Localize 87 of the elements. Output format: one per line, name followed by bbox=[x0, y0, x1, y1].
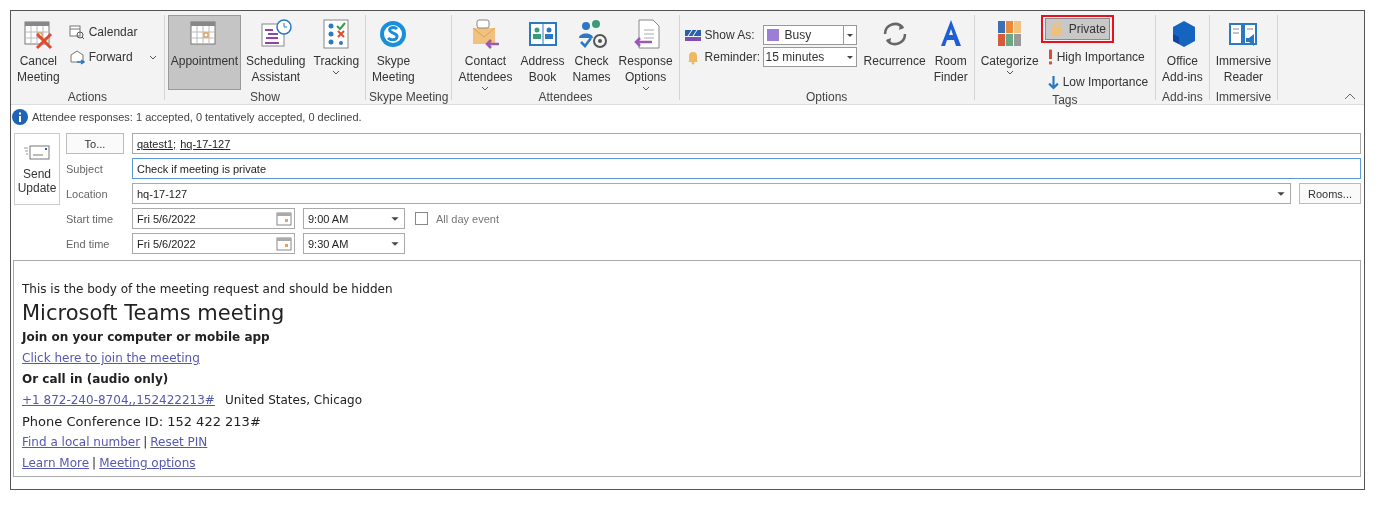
calendar-cross-icon bbox=[22, 18, 55, 50]
group-label: Tags bbox=[1051, 93, 1079, 108]
group-label: Add-ins bbox=[1161, 90, 1204, 105]
ribbon-button[interactable]: Scheduling Assistant bbox=[243, 15, 309, 90]
ribbon-button[interactable]: Address Book bbox=[517, 15, 568, 90]
body-text: Or call in (audio only) bbox=[22, 371, 169, 388]
ribbon-button[interactable]: Categorize bbox=[977, 15, 1042, 90]
option-label: Reminder: bbox=[704, 50, 759, 64]
checkbox-label: All day event bbox=[436, 212, 499, 225]
field-label: Start time bbox=[66, 212, 114, 225]
location-field[interactable]: hq-17-127 bbox=[132, 183, 1291, 204]
dropdown-field[interactable]: Busy bbox=[762, 25, 857, 45]
recipient[interactable]: qatest1; bbox=[137, 137, 177, 150]
caret-icon bbox=[641, 86, 650, 91]
ribbon-button[interactable]: Low Importance bbox=[1043, 71, 1153, 93]
separator-text: | bbox=[92, 455, 97, 472]
body-link[interactable]: +1 872-240-8704,,152422213# bbox=[22, 390, 215, 411]
caret-icon bbox=[845, 32, 854, 38]
recipient[interactable]: hq-17-127 bbox=[180, 137, 231, 150]
group-label: Skype Meeting bbox=[369, 90, 449, 105]
status-icon bbox=[684, 27, 701, 43]
group-label: Options bbox=[804, 90, 849, 105]
ribbon-button[interactable]: Response Options bbox=[615, 15, 676, 90]
exclamation-icon bbox=[1047, 49, 1053, 65]
caret-icon bbox=[1276, 190, 1286, 197]
ribbon-button[interactable]: Check Names bbox=[569, 15, 614, 90]
ribbon-button[interactable]: Tracking bbox=[310, 15, 363, 90]
group-label: Attendees bbox=[537, 90, 594, 105]
calendar-icon[interactable] bbox=[276, 210, 292, 227]
field-label: Subject bbox=[66, 162, 103, 175]
body-link[interactable]: Meeting options bbox=[99, 453, 196, 474]
down-arrow-icon bbox=[1047, 74, 1059, 90]
ribbon-button[interactable]: Cancel Meeting bbox=[14, 15, 63, 90]
envelope-arrow-icon bbox=[68, 49, 85, 65]
field-label: End time bbox=[66, 237, 110, 250]
body-text: United States, Chicago bbox=[224, 392, 363, 409]
ribbon-button[interactable]: Contact Attendees bbox=[455, 15, 516, 90]
to-button[interactable]: To... bbox=[66, 133, 124, 154]
separator-text: | bbox=[143, 434, 148, 451]
body-heading: Microsoft Teams meeting bbox=[22, 300, 285, 327]
body-link[interactable]: Learn More bbox=[22, 453, 90, 474]
caret-icon bbox=[845, 54, 854, 60]
body-text: Join on your computer or mobile app bbox=[22, 329, 270, 346]
ribbon-button[interactable]: Immersive Reader bbox=[1212, 15, 1275, 90]
rooms-button[interactable]: Rooms... bbox=[1299, 183, 1361, 204]
caret-icon bbox=[481, 86, 490, 91]
option-label: Show As: bbox=[704, 28, 756, 42]
ribbon-button[interactable]: Private bbox=[1044, 18, 1111, 40]
group-label: Actions bbox=[66, 90, 109, 105]
caret-icon bbox=[390, 215, 400, 222]
schedule-chart-icon bbox=[259, 18, 292, 50]
ribbon-button[interactable]: Calendar bbox=[64, 21, 161, 43]
info-text: Attendee responses: 1 accepted, 0 tentatively accepted, 0 declined. bbox=[32, 111, 362, 123]
date-field[interactable]: Fri 5/6/2022 bbox=[132, 208, 295, 229]
body-text: Phone Conference ID: 152 422 213# bbox=[22, 413, 261, 431]
collapse-icon[interactable] bbox=[1344, 92, 1356, 100]
ribbon-button[interactable]: Skype Meeting bbox=[369, 15, 418, 90]
ribbon-button[interactable]: Appointment bbox=[167, 15, 242, 90]
time-dropdown[interactable]: 9:30 AM bbox=[303, 233, 405, 254]
dropdown-field[interactable]: 15 minutes bbox=[762, 47, 857, 67]
body-link[interactable]: Find a local number bbox=[22, 432, 141, 453]
caret-icon bbox=[390, 240, 400, 247]
send-update-button[interactable]: Send Update bbox=[14, 133, 60, 205]
field-label: Location bbox=[66, 187, 108, 200]
caret-icon bbox=[332, 70, 341, 75]
calendar-icon[interactable] bbox=[276, 235, 292, 252]
group-label: Show bbox=[248, 90, 281, 105]
subject-field[interactable]: Check if meeting is private bbox=[132, 158, 1361, 179]
checkbox[interactable] bbox=[415, 212, 428, 225]
body-link[interactable]: Reset PIN bbox=[150, 432, 208, 453]
body-link[interactable]: Click here to join the meeting bbox=[22, 348, 200, 369]
caret-icon bbox=[148, 54, 157, 60]
date-field[interactable]: Fri 5/6/2022 bbox=[132, 233, 295, 254]
time-dropdown[interactable]: 9:00 AM bbox=[303, 208, 405, 229]
caret-icon bbox=[1005, 70, 1014, 75]
to-field[interactable]: qatest1; hq-17-127 bbox=[132, 133, 1361, 154]
status-swatch-icon bbox=[766, 29, 779, 41]
group-label: Immersive bbox=[1214, 90, 1273, 105]
envelope-icon bbox=[23, 143, 51, 161]
ribbon-button[interactable]: Office Add-ins bbox=[1159, 15, 1206, 90]
ribbon-button[interactable]: Room Finder bbox=[930, 15, 971, 90]
ribbon-button[interactable]: High Importance bbox=[1043, 46, 1153, 68]
body-text: This is the body of the meeting request and should be hidden bbox=[22, 281, 393, 298]
ribbon-button[interactable]: Forward bbox=[64, 46, 161, 68]
ribbon-button[interactable]: Recurrence bbox=[860, 15, 929, 90]
calendar-search-icon bbox=[68, 24, 85, 40]
info-icon bbox=[12, 109, 28, 125]
